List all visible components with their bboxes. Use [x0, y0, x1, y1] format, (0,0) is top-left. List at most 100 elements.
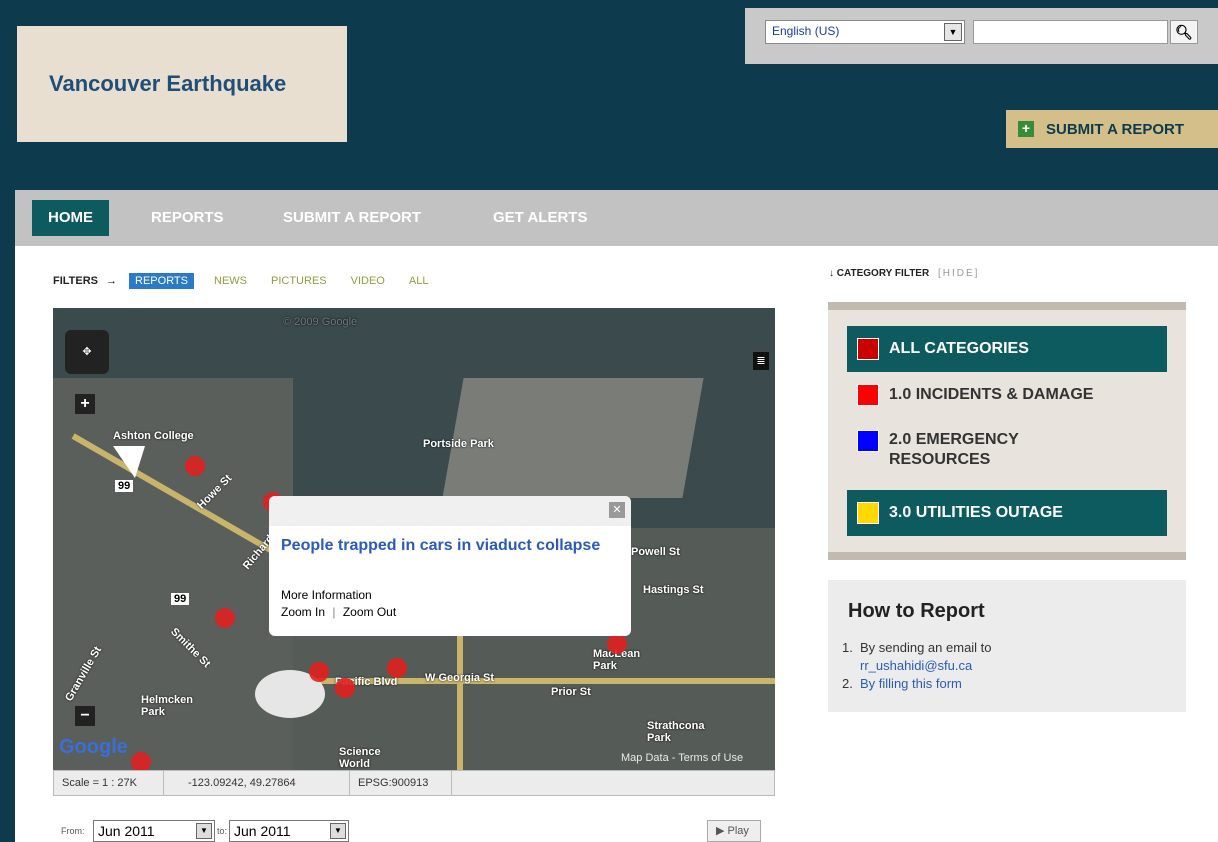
popup-separator: |	[332, 605, 336, 619]
report-marker[interactable]	[185, 456, 205, 476]
to-date-select[interactable]: Jun 2011 ▼	[229, 820, 349, 842]
category-filter-title: CATEGORY FILTER	[836, 268, 930, 279]
search-button[interactable]: 🔍︎	[1170, 20, 1198, 44]
report-marker[interactable]	[335, 678, 355, 698]
nav-submit-report[interactable]: SUBMIT A REPORT	[267, 200, 437, 236]
filter-all[interactable]: ALL	[409, 275, 429, 287]
category-swatch	[857, 430, 879, 452]
category-incidents-damage[interactable]: 1.0 INCIDENTS & DAMAGE	[847, 372, 1167, 418]
map-coordinates: -123.09242, 49.27864	[164, 771, 350, 795]
highway-shield: 99	[115, 480, 134, 492]
site-header: Vancouver Earthquake English (US) ▼ 🔍︎ + …	[0, 0, 1218, 190]
how-to-item: 1. By sending an email to	[842, 640, 992, 655]
site-title[interactable]: Vancouver Earthquake	[49, 71, 286, 97]
how-to-report-title: How to Report	[848, 600, 985, 622]
category-swatch	[857, 384, 879, 406]
category-swatch	[857, 338, 879, 360]
highway-shield: 99	[171, 593, 190, 605]
arrow-right-icon: →	[106, 275, 118, 287]
popup-zoom-out[interactable]: Zoom Out	[343, 605, 396, 619]
filter-pictures[interactable]: PICTURES	[271, 275, 327, 287]
report-map[interactable]: © 2009 Google Ashton College Portside Pa…	[53, 308, 775, 770]
category-label: ALL CATEGORIES	[889, 340, 1029, 357]
to-date-value: Jun 2011	[234, 823, 291, 839]
how-to-report-panel: How to Report 1. By sending an email to r…	[828, 580, 1186, 712]
chevron-down-icon[interactable]: ▼	[944, 23, 962, 41]
close-icon[interactable]: ✕	[609, 502, 625, 518]
category-swatch	[857, 502, 879, 524]
category-all[interactable]: ALL CATEGORIES	[847, 326, 1167, 372]
to-label: to:	[217, 826, 228, 836]
main-nav: HOME REPORTS SUBMIT A REPORT GET ALERTS	[15, 190, 1218, 246]
popup-zoom-in[interactable]: Zoom In	[281, 605, 325, 619]
from-label: From:	[61, 826, 85, 836]
map-watermark: © 2009 Google	[283, 316, 358, 328]
play-label: Play	[727, 825, 749, 837]
report-form-link[interactable]: By filling this form	[860, 676, 962, 691]
filter-reports[interactable]: REPORTS	[129, 273, 194, 289]
category-label: 2.0 EMERGENCY RESOURCES	[889, 431, 1019, 468]
pan-control[interactable]: ✥	[65, 330, 109, 374]
chevron-down-icon[interactable]: ▼	[196, 823, 212, 839]
map-label: Ashton College	[113, 430, 194, 442]
category-list: ALL CATEGORIES 1.0 INCIDENTS & DAMAGE 2.…	[828, 302, 1186, 560]
more-information-link[interactable]: More Information	[281, 588, 372, 602]
site-logo[interactable]: Vancouver Earthquake	[17, 26, 347, 142]
zoom-out-icon[interactable]: −	[75, 706, 95, 726]
report-marker[interactable]	[607, 634, 627, 654]
report-marker[interactable]	[309, 662, 329, 682]
report-popup: ✕ People trapped in cars in viaduct coll…	[269, 496, 631, 636]
map-attribution[interactable]: Map Data - Terms of Use	[621, 752, 743, 764]
timeline-controls: From: Jun 2011 ▼ to: Jun 2011 ▼ ▶ Play	[53, 820, 775, 842]
popup-header	[269, 496, 631, 526]
nav-home[interactable]: HOME	[32, 200, 109, 236]
report-email-link[interactable]: rr_ushahidi@sfu.ca	[860, 658, 972, 673]
map-label: Helmcken Park	[141, 694, 193, 718]
zoom-in-icon[interactable]: +	[75, 394, 95, 414]
filters-bar: FILTERS → REPORTS NEWS PICTURES VIDEO AL…	[53, 272, 452, 290]
popup-zoom-links: Zoom In | Zoom Out	[281, 605, 396, 619]
top-utility-bar: English (US) ▼ 🔍︎	[745, 8, 1218, 64]
how-to-item: rr_ushahidi@sfu.ca	[860, 658, 972, 673]
nav-reports[interactable]: REPORTS	[135, 200, 240, 236]
how-to-email-text: By sending an email to	[860, 640, 992, 655]
from-date-value: Jun 2011	[98, 823, 155, 839]
report-marker[interactable]	[215, 608, 235, 628]
play-icon: ▶	[716, 825, 725, 837]
from-date-select[interactable]: Jun 2011 ▼	[93, 820, 215, 842]
plus-icon: +	[1018, 121, 1034, 137]
submit-report-header-button[interactable]: + SUBMIT A REPORT	[1006, 110, 1218, 148]
page-content: HOME REPORTS SUBMIT A REPORT GET ALERTS …	[15, 190, 1218, 842]
left-edge-bar	[0, 190, 15, 842]
map-status-bar: Scale = 1 : 27K -123.09242, 49.27864 EPS…	[53, 770, 775, 796]
nav-get-alerts[interactable]: GET ALERTS	[477, 200, 603, 236]
map-label: Hastings St	[643, 584, 704, 596]
layers-icon[interactable]: ≣	[753, 352, 769, 370]
popup-pointer	[113, 446, 145, 478]
language-select[interactable]: English (US) ▼	[765, 20, 965, 44]
filter-video[interactable]: VIDEO	[351, 275, 385, 287]
category-label: 1.0 INCIDENTS & DAMAGE	[889, 386, 1094, 403]
search-input[interactable]	[973, 20, 1168, 44]
arrow-down-icon: ↓	[829, 268, 834, 279]
report-marker[interactable]	[131, 752, 151, 770]
chevron-down-icon[interactable]: ▼	[330, 823, 346, 839]
category-filter-header: ↓ CATEGORY FILTER [HIDE]	[829, 268, 979, 279]
filters-label: FILTERS	[53, 275, 99, 287]
map-label: Science World	[339, 746, 381, 770]
filter-news[interactable]: NEWS	[214, 275, 247, 287]
map-label: Portside Park	[423, 438, 494, 450]
map-label: Prior St	[551, 686, 591, 698]
category-label: 3.0 UTILITIES OUTAGE	[889, 504, 1063, 521]
popup-title[interactable]: People trapped in cars in viaduct collap…	[281, 536, 601, 556]
category-filter-hide[interactable]: [HIDE]	[938, 268, 979, 279]
category-utilities-outage[interactable]: 3.0 UTILITIES OUTAGE	[847, 490, 1167, 536]
report-marker[interactable]	[387, 658, 407, 678]
language-selected: English (US)	[772, 24, 840, 38]
category-emergency-resources[interactable]: 2.0 EMERGENCY RESOURCES	[847, 420, 1167, 480]
how-to-item: 2. By filling this form	[842, 676, 962, 691]
map-label: W Georgia St	[425, 672, 495, 684]
search-icon: 🔍︎	[1175, 24, 1193, 40]
play-button[interactable]: ▶ Play	[707, 820, 761, 842]
submit-report-label: SUBMIT A REPORT	[1046, 120, 1185, 138]
